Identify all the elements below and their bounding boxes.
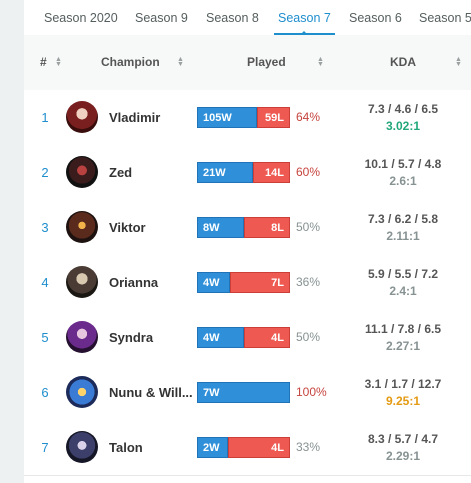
rank-number: 4: [41, 275, 49, 290]
kda-ratio: 3.02:1: [385, 119, 421, 133]
losses-segment: 8L: [244, 217, 290, 238]
champion-portrait-icon[interactable]: [66, 156, 98, 188]
kda-ratio: 2.29:1: [385, 449, 421, 463]
kda-values: 5.9 / 5.5 / 7.2: [367, 267, 439, 281]
rank-number: 2: [41, 165, 49, 180]
champion-portrait-icon[interactable]: [66, 431, 98, 463]
table-header: # ▲ ▼ Champion ▲ ▼ Played ▲ ▼ KDA ▲ ▼: [24, 35, 471, 91]
winrate-text: 50%: [296, 220, 321, 234]
winrate-text: 60%: [296, 165, 321, 179]
losses-segment: 14L: [253, 162, 290, 183]
rank-number: 5: [41, 330, 49, 345]
column-header-champion[interactable]: Champion ▲ ▼: [101, 35, 184, 90]
champion-name[interactable]: Zed: [109, 145, 201, 200]
kda-values: 7.3 / 6.2 / 5.8: [367, 212, 439, 226]
kda-cell: 8.3 / 5.7 / 4.7 2.29:1: [339, 432, 467, 463]
losses-segment: 7L: [230, 272, 290, 293]
table-row[interactable]: 7 Talon 2W 4L 33% 8.3 / 5.7 / 4.7 2.29:1: [24, 420, 471, 476]
kda-cell: 7.3 / 4.6 / 6.5 3.02:1: [339, 102, 467, 133]
champion-portrait-icon[interactable]: [66, 211, 98, 243]
win-loss-bar: 8W 8L: [197, 217, 290, 238]
winrate-text: 36%: [296, 275, 321, 289]
wins-segment: 105W: [197, 107, 257, 128]
column-header-played[interactable]: Played ▲ ▼: [247, 35, 324, 90]
champion-name[interactable]: Viktor: [109, 200, 201, 255]
sort-icon: ▲ ▼: [317, 56, 324, 68]
left-margin: [0, 0, 24, 483]
tab-season-7[interactable]: Season 7: [274, 0, 335, 35]
rank-number: 1: [41, 110, 49, 125]
kda-cell: 11.1 / 7.8 / 6.5 2.27:1: [339, 322, 467, 353]
wins-segment: 4W: [197, 327, 244, 348]
wins-segment: 2W: [197, 437, 228, 458]
sort-icon: ▲ ▼: [177, 56, 184, 68]
champion-portrait-icon[interactable]: [66, 376, 98, 408]
column-header-rank[interactable]: # ▲ ▼: [40, 35, 62, 90]
champion-portrait-icon[interactable]: [66, 321, 98, 353]
wins-segment: 7W: [197, 382, 290, 403]
tab-season-5[interactable]: Season 5: [419, 0, 471, 34]
champion-name[interactable]: Nunu & Will...: [109, 365, 201, 420]
tab-season-8[interactable]: Season 8: [206, 0, 259, 34]
rank-number: 3: [41, 220, 49, 235]
wins-segment: 8W: [197, 217, 244, 238]
win-loss-bar: 4W 7L: [197, 272, 290, 293]
champion-name[interactable]: Orianna: [109, 255, 201, 310]
rank-number: 6: [41, 385, 49, 400]
win-loss-bar: 21W 14L: [197, 162, 290, 183]
champion-portrait-icon[interactable]: [66, 266, 98, 298]
losses-segment: 4L: [244, 327, 290, 348]
kda-values: 8.3 / 5.7 / 4.7: [367, 432, 439, 446]
kda-values: 11.1 / 7.8 / 6.5: [364, 322, 442, 336]
win-loss-bar: 105W 59L: [197, 107, 290, 128]
win-loss-bar: 4W 4L: [197, 327, 290, 348]
champion-stats-panel: Season 2020 Season 9 Season 8 Season 7 S…: [24, 0, 471, 483]
wins-segment: 4W: [197, 272, 230, 293]
table-row[interactable]: 6 Nunu & Will... 7W 100% 3.1 / 1.7 / 12.…: [24, 365, 471, 421]
kda-values: 7.3 / 4.6 / 6.5: [367, 102, 439, 116]
season-tabs: Season 2020 Season 9 Season 8 Season 7 S…: [24, 0, 471, 36]
table-row[interactable]: 4 Orianna 4W 7L 36% 5.9 / 5.5 / 7.2 2.4:…: [24, 255, 471, 311]
losses-segment: 59L: [257, 107, 290, 128]
wins-segment: 21W: [197, 162, 253, 183]
kda-values: 3.1 / 1.7 / 12.7: [364, 377, 442, 391]
tab-season-9[interactable]: Season 9: [135, 0, 188, 34]
winrate-text: 33%: [296, 440, 321, 454]
sort-icon: ▲ ▼: [55, 56, 62, 68]
champion-name[interactable]: Talon: [109, 420, 201, 475]
table-row[interactable]: 3 Viktor 8W 8L 50% 7.3 / 6.2 / 5.8 2.11:…: [24, 200, 471, 256]
tab-season-2020[interactable]: Season 2020: [44, 0, 118, 34]
kda-cell: 10.1 / 5.7 / 4.8 2.6:1: [339, 157, 467, 188]
kda-cell: 7.3 / 6.2 / 5.8 2.11:1: [339, 212, 467, 243]
table-row[interactable]: 1 Vladimir 105W 59L 64% 7.3 / 4.6 / 6.5 …: [24, 90, 471, 146]
kda-ratio: 9.25:1: [385, 394, 421, 408]
champion-name[interactable]: Syndra: [109, 310, 201, 365]
tab-season-6[interactable]: Season 6: [349, 0, 402, 34]
winrate-text: 100%: [296, 385, 327, 399]
kda-values: 10.1 / 5.7 / 4.8: [364, 157, 442, 171]
kda-ratio: 2.27:1: [385, 339, 421, 353]
kda-ratio: 2.6:1: [389, 174, 417, 188]
kda-cell: 5.9 / 5.5 / 7.2 2.4:1: [339, 267, 467, 298]
table-row[interactable]: 2 Zed 21W 14L 60% 10.1 / 5.7 / 4.8 2.6:1: [24, 145, 471, 201]
rank-number: 7: [41, 440, 49, 455]
losses-segment: 4L: [228, 437, 290, 458]
win-loss-bar: 2W 4L: [197, 437, 290, 458]
kda-ratio: 2.4:1: [389, 284, 417, 298]
win-loss-bar: 7W: [197, 382, 290, 403]
champion-name[interactable]: Vladimir: [109, 90, 201, 145]
kda-ratio: 2.11:1: [386, 229, 420, 243]
winrate-text: 50%: [296, 330, 321, 344]
winrate-text: 64%: [296, 110, 321, 124]
champion-portrait-icon[interactable]: [66, 101, 98, 133]
sort-icon: ▲ ▼: [455, 56, 462, 68]
column-header-kda[interactable]: KDA ▲ ▼: [390, 35, 462, 90]
kda-cell: 3.1 / 1.7 / 12.7 9.25:1: [339, 377, 467, 408]
table-row[interactable]: 5 Syndra 4W 4L 50% 11.1 / 7.8 / 6.5 2.27…: [24, 310, 471, 366]
